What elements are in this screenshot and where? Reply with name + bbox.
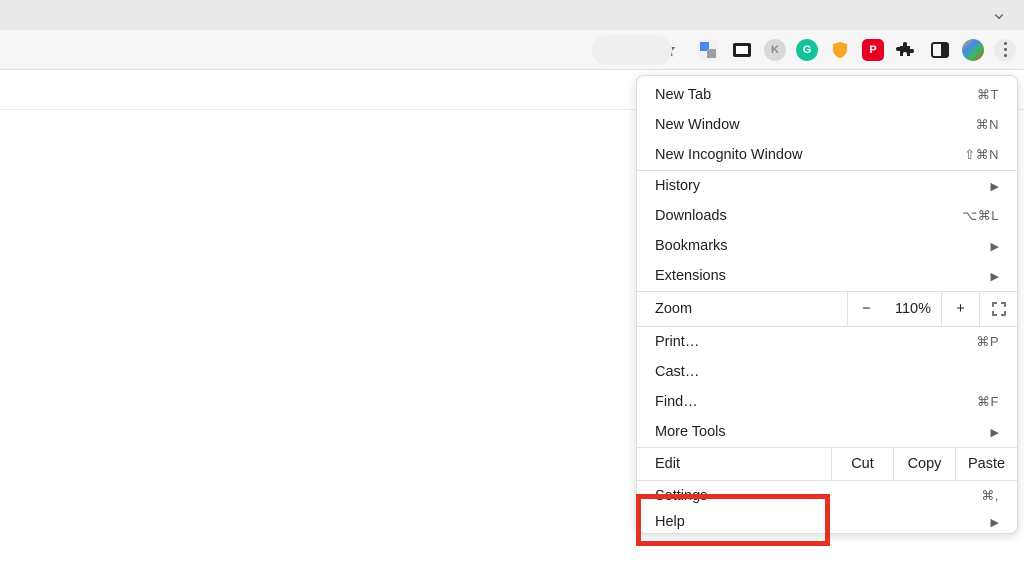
fullscreen-button[interactable] (979, 292, 1017, 326)
side-panel-icon[interactable] (928, 38, 952, 62)
menu-more-tools[interactable]: More Tools ▶ (637, 417, 1017, 447)
translate-ext-icon[interactable] (696, 38, 720, 62)
submenu-arrow-icon: ▶ (985, 180, 999, 193)
menu-label: Print… (655, 334, 976, 350)
menu-edit: Edit Cut Copy Paste (637, 447, 1017, 481)
edit-copy-button[interactable]: Copy (893, 448, 955, 480)
extensions-puzzle-icon[interactable] (894, 38, 918, 62)
browser-toolbar: K G P (0, 30, 1024, 70)
omnibox-actions-pill (592, 35, 672, 65)
menu-label: Extensions (655, 268, 985, 284)
submenu-arrow-icon: ▶ (985, 426, 999, 439)
menu-label: More Tools (655, 424, 985, 440)
shortcut: ⌘F (977, 394, 999, 410)
chrome-menu: New Tab ⌘T New Window ⌘N New Incognito W… (636, 75, 1018, 534)
menu-label: History (655, 178, 985, 194)
chevron-down-icon[interactable] (990, 7, 1008, 28)
pinterest-ext-icon[interactable]: P (862, 39, 884, 61)
submenu-arrow-icon: ▶ (985, 270, 999, 283)
submenu-arrow-icon: ▶ (985, 516, 999, 529)
menu-print[interactable]: Print… ⌘P (637, 327, 1017, 357)
menu-label: Help (655, 514, 985, 530)
zoom-out-button[interactable]: − (847, 292, 885, 326)
edit-cut-button[interactable]: Cut (831, 448, 893, 480)
shortcut: ⇧⌘N (964, 147, 999, 163)
menu-label: New Window (655, 117, 976, 133)
menu-downloads[interactable]: Downloads ⌥⌘L (637, 201, 1017, 231)
menu-settings[interactable]: Settings ⌘, (637, 481, 1017, 511)
zoom-value: 110% (885, 301, 941, 317)
menu-extensions[interactable]: Extensions ▶ (637, 261, 1017, 291)
menu-help[interactable]: Help ▶ (637, 511, 1017, 533)
menu-label: Find… (655, 394, 977, 410)
k-ext-icon[interactable]: K (764, 39, 786, 61)
shortcut: ⌘, (981, 488, 999, 504)
menu-zoom: Zoom − 110% + (637, 291, 1017, 327)
os-titlebar (0, 0, 1024, 30)
menu-history[interactable]: History ▶ (637, 171, 1017, 201)
shortcut: ⌥⌘L (962, 208, 999, 224)
menu-new-window[interactable]: New Window ⌘N (637, 110, 1017, 140)
edit-label: Edit (637, 448, 831, 480)
menu-label: New Incognito Window (655, 147, 964, 163)
menu-label: Downloads (655, 208, 962, 224)
submenu-arrow-icon: ▶ (985, 240, 999, 253)
menu-new-tab[interactable]: New Tab ⌘T (637, 80, 1017, 110)
shield-ext-icon[interactable] (828, 38, 852, 62)
menu-label: New Tab (655, 87, 977, 103)
shortcut: ⌘N (976, 117, 999, 133)
menu-new-incognito[interactable]: New Incognito Window ⇧⌘N (637, 140, 1017, 170)
zoom-label: Zoom (637, 301, 847, 317)
grammarly-ext-icon[interactable]: G (796, 39, 818, 61)
shortcut: ⌘P (976, 334, 999, 350)
menu-label: Settings (655, 488, 981, 504)
edit-paste-button[interactable]: Paste (955, 448, 1017, 480)
menu-label: Cast… (655, 364, 999, 380)
reader-ext-icon[interactable] (730, 38, 754, 62)
more-menu-icon[interactable] (994, 39, 1016, 61)
profile-avatar-icon[interactable] (962, 39, 984, 61)
menu-label: Bookmarks (655, 238, 985, 254)
shortcut: ⌘T (977, 87, 999, 103)
menu-bookmarks[interactable]: Bookmarks ▶ (637, 231, 1017, 261)
menu-find[interactable]: Find… ⌘F (637, 387, 1017, 417)
menu-cast[interactable]: Cast… (637, 357, 1017, 387)
zoom-in-button[interactable]: + (941, 292, 979, 326)
